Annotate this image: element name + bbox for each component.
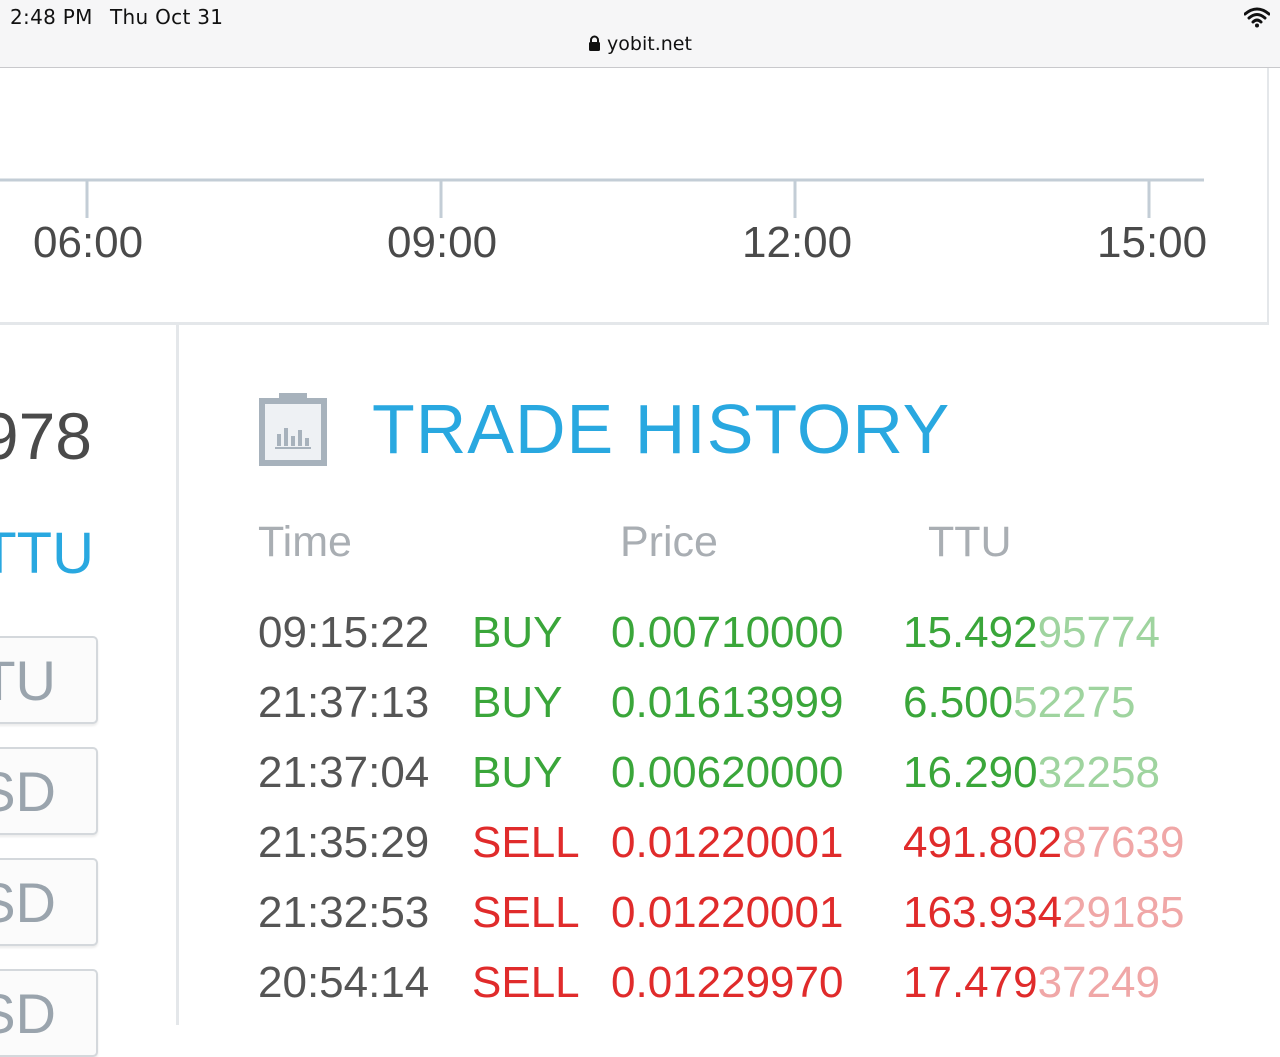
price-chart-panel: 06:00 09:00 12:00 15:00 (0, 68, 1269, 325)
trade-amount-main: 17.479 (903, 958, 1038, 1007)
trade-amount: 16.29032258 (903, 748, 1160, 798)
trade-row: 21:32:53 SELL 0.01220001 163.93429185 (0, 888, 1280, 958)
trade-type: BUY (472, 678, 563, 727)
axis-tick-label: 15:00 (1097, 218, 1208, 267)
trade-time: 21:37:04 (258, 748, 430, 797)
balance-value: 978 (0, 399, 92, 473)
trade-type: SELL (472, 818, 580, 867)
time-axis (0, 178, 1204, 218)
balance-currency: TTU (0, 521, 94, 586)
url-text: yobit.net (607, 33, 692, 55)
trade-amount-dim: 29185 (1062, 888, 1185, 937)
column-header-price: Price (620, 518, 718, 566)
axis-tick-label: 12:00 (742, 218, 853, 267)
trade-price: 0.01229970 (611, 958, 844, 1007)
chart-clipboard-icon (259, 393, 327, 466)
wifi-icon (1244, 7, 1270, 28)
trade-amount-dim: 95774 (1037, 608, 1160, 657)
trade-time: 21:32:53 (258, 888, 430, 937)
trade-row: 09:15:22 BUY 0.00710000 15.49295774 (0, 608, 1280, 678)
trade-row: 21:35:29 SELL 0.01220001 491.80287639 (0, 818, 1280, 888)
trade-price: 0.01220001 (611, 888, 844, 937)
trade-amount-dim: 32258 (1037, 748, 1160, 797)
trade-time: 09:15:22 (258, 608, 430, 657)
trade-amount-dim: 52275 (1013, 678, 1136, 727)
trade-time: 21:35:29 (258, 818, 430, 867)
trade-amount-main: 491.802 (903, 818, 1063, 867)
trade-history-title: TRADE HISTORY (372, 390, 951, 468)
trade-amount: 6.50052275 (903, 678, 1135, 728)
trade-row: 21:37:13 BUY 0.01613999 6.50052275 (0, 678, 1280, 748)
trade-type: SELL (472, 958, 580, 1007)
trade-amount: 17.47937249 (903, 958, 1160, 1008)
trade-price: 0.00620000 (611, 748, 844, 797)
trade-amount-dim: 37249 (1037, 958, 1160, 1007)
trade-amount-main: 15.492 (903, 608, 1038, 657)
trade-price: 0.00710000 (611, 608, 844, 657)
trade-row: 20:54:14 SELL 0.01229970 17.47937249 (0, 958, 1280, 1028)
trade-row: 21:37:04 BUY 0.00620000 16.29032258 (0, 748, 1280, 818)
trade-type: BUY (472, 748, 563, 797)
axis-tick-label: 09:00 (387, 218, 498, 267)
trade-price: 0.01220001 (611, 818, 844, 867)
trade-type: SELL (472, 888, 580, 937)
address-bar[interactable]: yobit.net (0, 33, 1280, 55)
trade-amount: 15.49295774 (903, 608, 1160, 658)
status-time: 2:48 PM (10, 5, 93, 29)
trade-amount: 491.80287639 (903, 818, 1184, 868)
trade-time: 20:54:14 (258, 958, 430, 1007)
trade-price: 0.01613999 (611, 678, 844, 727)
status-date: Thu Oct 31 (110, 5, 224, 29)
trade-amount-main: 6.500 (903, 678, 1014, 727)
trade-amount-main: 163.934 (903, 888, 1063, 937)
trade-time: 21:37:13 (258, 678, 430, 727)
trade-amount: 163.93429185 (903, 888, 1184, 938)
status-bar: 2:48 PM Thu Oct 31 yobit.net (0, 0, 1280, 68)
lock-icon (589, 35, 601, 51)
trade-amount-main: 16.290 (903, 748, 1038, 797)
axis-tick-label: 06:00 (33, 218, 144, 267)
trade-amount-dim: 87639 (1062, 818, 1185, 867)
column-header-amount: TTU (928, 518, 1012, 566)
column-header-time: Time (258, 518, 352, 566)
trade-type: BUY (472, 608, 563, 657)
